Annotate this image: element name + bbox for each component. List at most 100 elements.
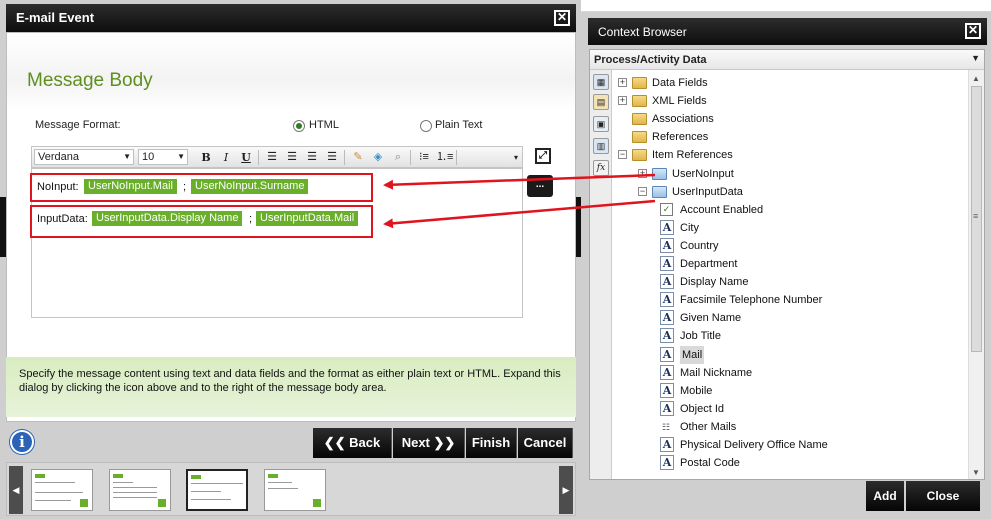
- field-token[interactable]: UserInputData.Display Name: [92, 211, 243, 226]
- search-icon[interactable]: ⌕: [390, 150, 406, 165]
- text-field-icon: A: [660, 292, 674, 308]
- tree-item-label: Account Enabled: [680, 203, 764, 216]
- close-button[interactable]: Close: [906, 481, 980, 511]
- list-field-icon: ☷: [661, 421, 671, 432]
- tree-scrollbar[interactable]: ▲ ≡ ▼: [968, 70, 984, 479]
- context-browser-titlebar[interactable]: Context Browser ✕: [588, 18, 987, 45]
- wizard-nav-bar: i ❮❮ Back Next ❯❯ Finish Cancel: [6, 426, 576, 460]
- cancel-button[interactable]: Cancel: [518, 428, 573, 458]
- next-button[interactable]: Next ❯❯: [393, 428, 465, 458]
- folder-icon: [632, 131, 647, 144]
- align-right-icon[interactable]: ☰: [304, 150, 320, 165]
- tree-item[interactable]: A Physical Delivery Office Name: [590, 436, 960, 454]
- step-thumbnail[interactable]: [109, 469, 171, 511]
- expand-icon[interactable]: +: [638, 168, 647, 178]
- tree-item[interactable]: − Item References: [590, 146, 960, 164]
- chevron-right-icon[interactable]: ▶: [559, 466, 573, 514]
- tree-item-label: City: [680, 221, 699, 234]
- editor-toolbar: Verdana ▼ 10 ▼ B I U ☰ ☰ ☰ ☰ ✎ ◈ ⌕ ⁝≡ ⒈≡…: [31, 146, 523, 168]
- resize-handle-left[interactable]: [0, 197, 6, 257]
- email-dialog-titlebar[interactable]: E-mail Event ✕: [6, 4, 576, 32]
- step-thumbnail[interactable]: [264, 469, 326, 511]
- token-separator: ;: [249, 213, 253, 225]
- tree-item-label: Display Name: [680, 276, 749, 289]
- tree-item[interactable]: A Display Name: [590, 273, 960, 291]
- font-family-select[interactable]: Verdana ▼: [34, 149, 134, 165]
- close-icon[interactable]: ✕: [554, 10, 570, 26]
- tree-item[interactable]: A Given Name: [590, 309, 960, 327]
- plain-text-radio-label[interactable]: Plain Text: [435, 119, 483, 131]
- chevron-left-icon[interactable]: ◀: [9, 466, 23, 514]
- back-button[interactable]: ❮❮ Back: [313, 428, 392, 458]
- italic-button[interactable]: I: [218, 150, 234, 165]
- scroll-down-icon[interactable]: ▼: [972, 468, 980, 477]
- tree-item[interactable]: − UserInputData: [590, 183, 960, 201]
- close-icon[interactable]: ✕: [965, 23, 981, 39]
- tree-item[interactable]: + UserNoInput: [590, 165, 960, 183]
- step-thumbnail-current[interactable]: [186, 469, 248, 511]
- tree-item[interactable]: A Job Title: [590, 327, 960, 345]
- paint-icon[interactable]: ◈: [370, 150, 386, 165]
- eraser-icon[interactable]: ✎: [350, 150, 366, 165]
- tree-item[interactable]: A Object Id: [590, 400, 960, 418]
- finish-button[interactable]: Finish: [466, 428, 517, 458]
- expand-icon[interactable]: +: [618, 96, 627, 106]
- toolbar-divider: [456, 150, 457, 165]
- bold-button[interactable]: B: [198, 150, 214, 165]
- info-icon[interactable]: i: [10, 430, 34, 454]
- noinput-label: NoInput:: [37, 181, 79, 193]
- step-thumbnail-strip: ◀ ▶: [6, 462, 576, 516]
- folder-icon: [652, 185, 667, 198]
- tree-item[interactable]: A Country: [590, 237, 960, 255]
- justify-icon[interactable]: ☰: [324, 150, 340, 165]
- expand-icon[interactable]: ⤢: [535, 148, 551, 164]
- text-field-icon: A: [660, 455, 674, 471]
- tree-item-label: Associations: [652, 113, 714, 126]
- tree-item[interactable]: A Mail Nickname: [590, 364, 960, 382]
- tree-item-label: Facsimile Telephone Number: [680, 294, 823, 307]
- underline-button[interactable]: U: [238, 150, 254, 165]
- back-label: Back: [349, 435, 381, 450]
- step-thumbnail[interactable]: [31, 469, 93, 511]
- insert-field-button[interactable]: ...: [527, 175, 553, 197]
- text-field-icon: A: [660, 400, 674, 416]
- align-center-icon[interactable]: ☰: [284, 150, 300, 165]
- tree-item[interactable]: A Postal Code: [590, 454, 960, 472]
- collapse-icon[interactable]: −: [638, 186, 647, 196]
- tree-item[interactable]: ☷ Other Mails: [590, 418, 960, 436]
- context-browser-footer: Add Close: [589, 481, 985, 513]
- scroll-up-icon[interactable]: ▲: [972, 74, 980, 83]
- html-radio-label[interactable]: HTML: [309, 119, 339, 131]
- align-left-icon[interactable]: ☰: [264, 150, 280, 165]
- data-source-value: Process/Activity Data: [594, 54, 707, 66]
- numbered-list-icon[interactable]: ⒈≡: [436, 150, 453, 165]
- html-radio[interactable]: [293, 120, 305, 132]
- add-button[interactable]: Add: [866, 481, 904, 511]
- field-token[interactable]: UserNoInput.Surname: [191, 179, 309, 194]
- tree-item[interactable]: A Mobile: [590, 382, 960, 400]
- text-field-icon: A: [660, 256, 674, 271]
- text-field-icon: A: [660, 328, 674, 344]
- tree-item[interactable]: References: [590, 128, 960, 146]
- plain-text-radio[interactable]: [420, 120, 432, 132]
- bullet-list-icon[interactable]: ⁝≡: [416, 150, 432, 165]
- tree-item[interactable]: Associations: [590, 110, 960, 128]
- field-token[interactable]: UserInputData.Mail: [256, 211, 359, 226]
- text-field-icon: A: [660, 346, 674, 362]
- tree-item-label: Data Fields: [652, 77, 708, 89]
- expand-icon[interactable]: +: [618, 78, 627, 87]
- collapse-icon[interactable]: −: [618, 150, 627, 160]
- tree-item[interactable]: + Data Fields: [590, 74, 960, 92]
- data-source-dropdown[interactable]: Process/Activity Data ▼: [590, 50, 984, 70]
- tree-item[interactable]: A Facsimile Telephone Number: [590, 291, 960, 309]
- font-size-select[interactable]: 10 ▼: [138, 149, 188, 165]
- tree-item[interactable]: A Department: [590, 255, 960, 273]
- toolbar-overflow-icon[interactable]: ▾: [508, 150, 524, 165]
- field-token[interactable]: UserNoInput.Mail: [84, 179, 177, 194]
- tree-item[interactable]: + XML Fields: [590, 92, 960, 110]
- scrollbar-thumb[interactable]: ≡: [971, 86, 982, 352]
- text-field-icon: A: [660, 237, 674, 253]
- tree-item[interactable]: A Mail: [590, 345, 960, 364]
- tree-item[interactable]: ✓ Account Enabled: [590, 201, 960, 219]
- tree-item[interactable]: A City: [590, 219, 960, 237]
